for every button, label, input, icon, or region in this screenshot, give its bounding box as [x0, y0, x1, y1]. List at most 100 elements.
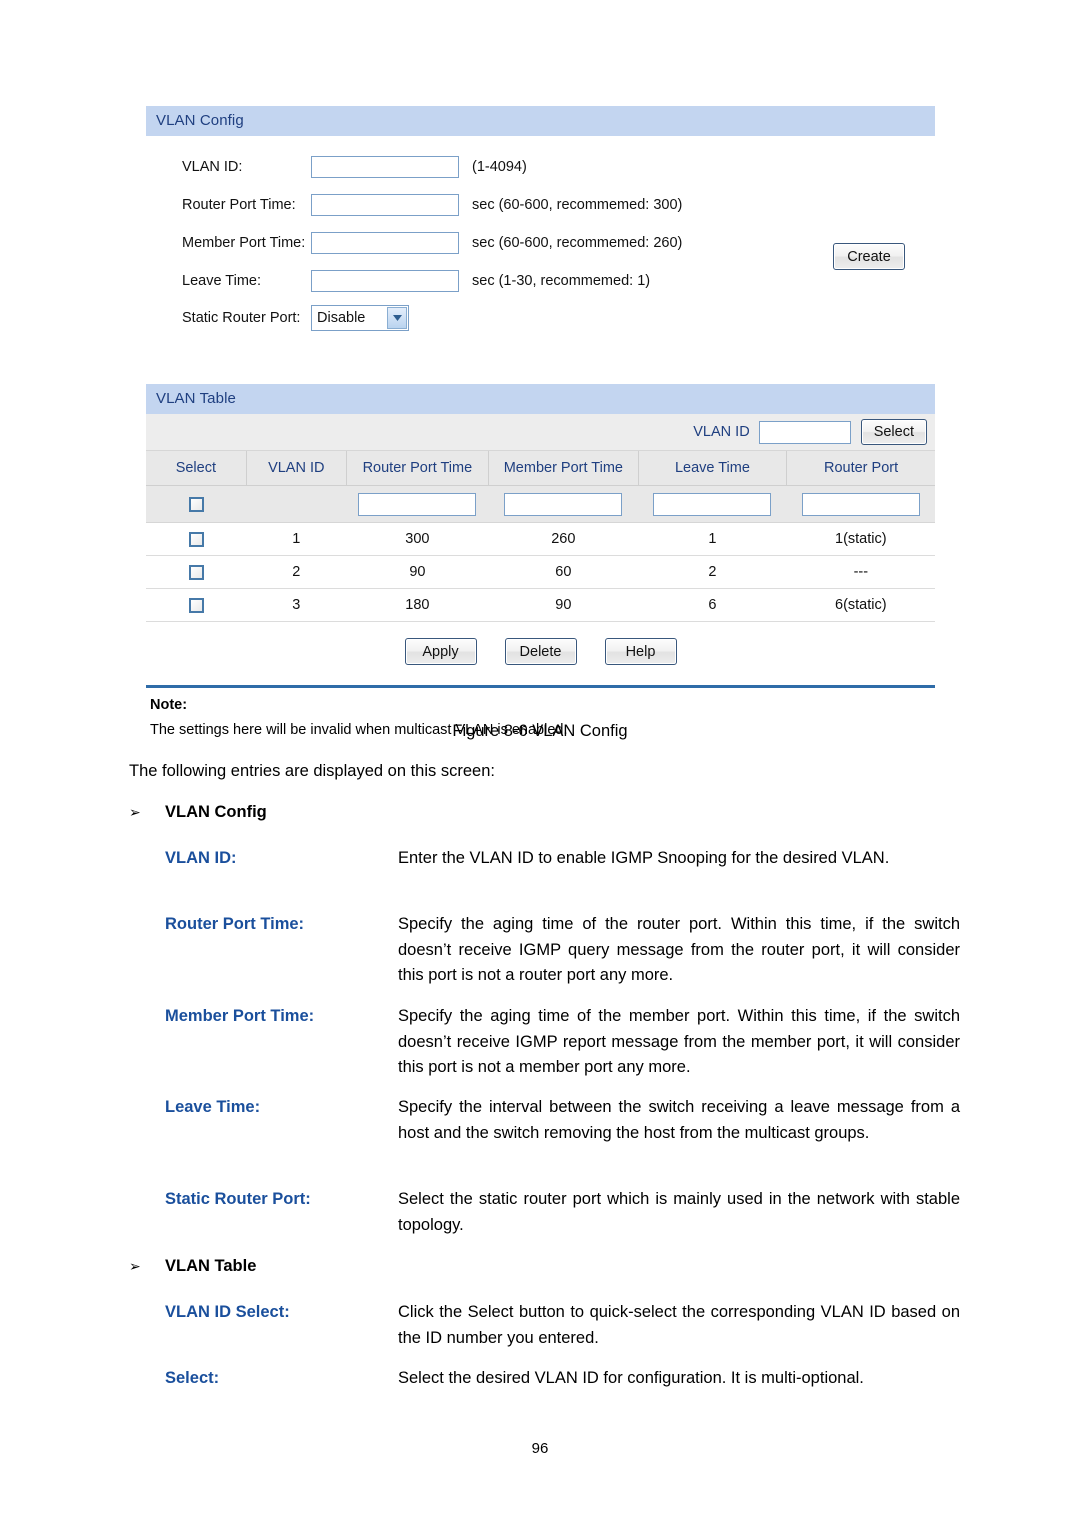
filter-vlan-id-cell — [246, 485, 347, 523]
entry-term: VLAN ID: — [165, 849, 237, 867]
router-port-time-hint: sec (60-600, recommemed: 300) — [472, 196, 683, 213]
vlan-id-search-input[interactable] — [758, 420, 851, 444]
filter-router-port-time-cell — [346, 485, 489, 523]
vlan-table-panel: VLAN Table VLAN ID Select Select VLAN ID… — [146, 384, 935, 683]
filter-leave-time-cell — [638, 485, 787, 523]
table-header-row: Select VLAN ID Router Port Time Member P… — [146, 451, 935, 486]
filter-router-port-time-input[interactable] — [358, 492, 477, 516]
vlan-config-panel: VLAN Config VLAN ID: (1-4094) Router Por… — [146, 106, 935, 364]
apply-button[interactable]: Apply — [404, 638, 477, 665]
filter-member-port-time-cell — [488, 485, 639, 523]
member-port-time-input[interactable] — [311, 231, 459, 254]
intro-text: The following entries are displayed on t… — [129, 762, 495, 780]
vlan-id-search-label: VLAN ID — [693, 424, 750, 440]
vlan-config-form: VLAN ID: (1-4094) Router Port Time: sec … — [146, 136, 935, 364]
row-member-port-time: 260 — [488, 522, 639, 556]
entry-router-port-time: Router Port Time: Specify the aging time… — [165, 912, 960, 989]
table-row: 2 90 60 2 --- — [146, 555, 935, 589]
entry-term: Select: — [165, 1369, 220, 1387]
figure-caption: Figure 8-6 VLAN Config — [452, 722, 628, 740]
entry-term: Member Port Time: — [165, 1007, 315, 1025]
vlan-id-input[interactable] — [311, 155, 459, 178]
entry-description: Specify the aging time of the router por… — [398, 915, 960, 984]
arrow-bullet-icon: ➢ — [129, 1258, 141, 1274]
entry-member-port-time: Member Port Time: Specify the aging time… — [165, 1004, 960, 1081]
arrow-bullet-icon: ➢ — [129, 804, 141, 820]
section-heading-label: VLAN Config — [165, 803, 267, 821]
row-member-port-time: 60 — [488, 555, 639, 589]
entry-term: Static Router Port: — [165, 1190, 311, 1208]
form-row-static-router-port: Static Router Port: Disable — [146, 299, 409, 336]
column-header-router-port: Router Port — [786, 451, 935, 486]
filter-router-port-input[interactable] — [801, 492, 920, 516]
member-port-time-hint: sec (60-600, recommemed: 260) — [472, 234, 683, 251]
router-port-time-input[interactable] — [311, 193, 459, 216]
entry-description: Specify the interval between the switch … — [398, 1098, 960, 1142]
chevron-down-icon — [387, 306, 407, 329]
row-vlan-id: 3 — [246, 588, 347, 622]
table-row: 3 180 90 6 6(static) — [146, 588, 935, 622]
row-checkbox[interactable] — [188, 531, 204, 547]
section-heading-label: VLAN Table — [165, 1257, 257, 1275]
leave-time-hint: sec (1-30, recommemed: 1) — [472, 272, 651, 289]
select-button[interactable]: Select — [860, 419, 927, 445]
page-number: 96 — [531, 1440, 549, 1457]
row-vlan-id: 1 — [246, 522, 347, 556]
entry-term: Leave Time: — [165, 1098, 261, 1116]
row-checkbox[interactable] — [188, 564, 204, 580]
entry-description: Enter the VLAN ID to enable IGMP Snoopin… — [398, 849, 890, 867]
filter-select-cell — [146, 485, 247, 523]
leave-time-input[interactable] — [311, 269, 459, 292]
column-header-router-port-time: Router Port Time — [346, 451, 489, 486]
row-select-cell — [146, 555, 247, 589]
column-header-leave-time: Leave Time — [638, 451, 788, 486]
vlan-config-screenshot: VLAN Config VLAN ID: (1-4094) Router Por… — [146, 106, 935, 750]
vlan-id-hint: (1-4094) — [472, 158, 527, 175]
table-row: 1 300 260 1 1(static) — [146, 522, 935, 556]
router-port-time-label: Router Port Time: — [182, 196, 296, 213]
row-select-cell — [146, 522, 247, 556]
entry-description: Select the desired VLAN ID for configura… — [398, 1369, 864, 1387]
help-button[interactable]: Help — [604, 638, 677, 665]
row-leave-time: 6 — [638, 588, 787, 622]
entry-description: Specify the aging time of the member por… — [398, 1007, 960, 1076]
vlan-id-label: VLAN ID: — [182, 158, 243, 175]
row-leave-time: 2 — [638, 555, 787, 589]
row-checkbox[interactable] — [188, 597, 204, 613]
table-filter-row — [146, 485, 935, 523]
form-row-vlan-id: VLAN ID: (1-4094) — [146, 148, 527, 185]
static-router-port-selected-value: Disable — [317, 309, 366, 326]
vlan-table-panel-title: VLAN Table — [146, 384, 935, 414]
static-router-port-select[interactable]: Disable — [311, 304, 409, 331]
create-button[interactable]: Create — [833, 243, 905, 270]
table-action-bar: Apply Delete Help — [146, 622, 935, 683]
entry-term: Router Port Time: — [165, 915, 305, 933]
note-title: Note: — [150, 697, 188, 713]
row-router-port-time: 90 — [346, 555, 489, 589]
row-select-cell — [146, 588, 247, 622]
delete-button[interactable]: Delete — [504, 638, 577, 665]
entry-description: Select the static router port which is m… — [398, 1190, 960, 1234]
row-vlan-id: 2 — [246, 555, 347, 589]
row-leave-time: 1 — [638, 522, 787, 556]
column-header-member-port-time: Member Port Time — [488, 451, 639, 486]
member-port-time-label: Member Port Time: — [182, 234, 306, 251]
vlan-table: Select VLAN ID Router Port Time Member P… — [146, 451, 935, 622]
filter-member-port-time-input[interactable] — [504, 492, 623, 516]
form-row-leave-time: Leave Time: sec (1-30, recommemed: 1) — [146, 262, 650, 299]
entry-leave-time: Leave Time: Specify the interval between… — [165, 1095, 960, 1146]
column-header-select: Select — [146, 451, 247, 486]
form-row-router-port-time: Router Port Time: sec (60-600, recommeme… — [146, 186, 682, 223]
entry-term: VLAN ID Select: — [165, 1303, 290, 1321]
vlan-id-search-bar: VLAN ID Select — [146, 414, 935, 451]
entry-description: Click the Select button to quick-select … — [398, 1303, 960, 1347]
entry-vlan-id-select: VLAN ID Select: Click the Select button … — [165, 1300, 960, 1351]
leave-time-label: Leave Time: — [182, 272, 261, 289]
filter-router-port-cell — [786, 485, 935, 523]
section-heading-vlan-table: ➢ VLAN Table — [129, 1257, 256, 1276]
entry-static-router-port: Static Router Port: Select the static ro… — [165, 1187, 960, 1238]
filter-leave-time-input[interactable] — [653, 492, 772, 516]
select-all-checkbox[interactable] — [188, 496, 204, 512]
row-router-port: 6(static) — [786, 588, 935, 622]
section-heading-vlan-config: ➢ VLAN Config — [129, 803, 267, 822]
